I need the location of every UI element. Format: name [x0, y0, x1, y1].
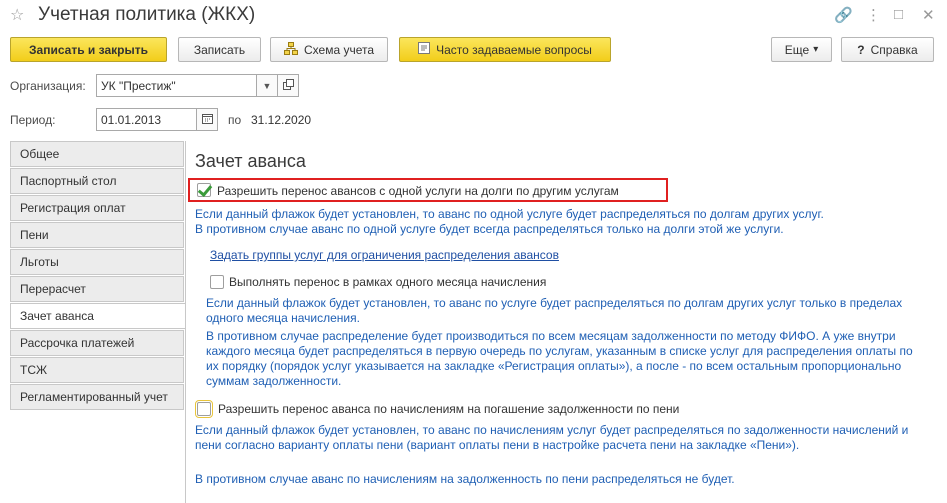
organization-dropdown-button[interactable]: ▼	[256, 74, 278, 97]
penalty-transfer-hint-1: Если данный флажок будет установлен, то …	[195, 423, 909, 452]
tab-label: Общее	[20, 147, 60, 161]
allow-transfer-label[interactable]: Разрешить перенос авансов с одной услуги…	[217, 184, 619, 198]
save-label: Записать	[193, 42, 246, 57]
tab-item[interactable]: Пени	[10, 222, 184, 248]
tabs-divider	[185, 141, 186, 503]
allow-transfer-hint-1: Если данный флажок будет установлен, то …	[195, 207, 824, 221]
help-label: Справка	[870, 42, 918, 57]
service-groups-link[interactable]: Задать группы услуг для ограничения расп…	[210, 248, 559, 262]
scheme-label: Схема учета	[303, 42, 375, 57]
open-window-icon	[282, 79, 294, 92]
tab-item[interactable]: Рассрочка платежей	[10, 330, 184, 356]
more-button[interactable]: Еще ▾	[771, 37, 832, 62]
same-month-hint-2: В противном случае распределение будет п…	[206, 329, 913, 388]
tab-item[interactable]: Зачет аванса	[10, 303, 186, 329]
help-button[interactable]: ? Справка	[841, 37, 934, 62]
tab-item[interactable]: Льготы	[10, 249, 184, 275]
faq-button[interactable]: Часто задаваемые вопросы	[399, 37, 611, 62]
penalty-transfer-checkbox[interactable]	[195, 400, 213, 418]
tab-item[interactable]: Перерасчет	[10, 276, 184, 302]
scheme-icon	[283, 41, 298, 58]
link-icon[interactable]: 🔗	[834, 6, 853, 24]
tab-item[interactable]: Паспортный стол	[10, 168, 184, 194]
save-and-close-label: Записать и закрыть	[29, 42, 148, 57]
save-button[interactable]: Записать	[178, 37, 261, 62]
chevron-down-icon: ▾	[813, 44, 819, 55]
tab-item[interactable]: ТСЖ	[10, 357, 184, 383]
tab-label: Льготы	[20, 255, 59, 269]
tab-label: ТСЖ	[20, 363, 48, 377]
tab-label: Регистрация оплат	[20, 201, 126, 215]
same-month-label[interactable]: Выполнять перенос в рамках одного месяца…	[229, 275, 546, 289]
help-icon: ?	[857, 42, 865, 57]
maximize-icon[interactable]: □	[894, 6, 903, 23]
organization-label: Организация:	[10, 79, 86, 93]
favorite-star-icon[interactable]: ☆	[10, 5, 24, 25]
tab-label: Пени	[20, 228, 49, 242]
same-month-checkbox[interactable]	[210, 275, 224, 289]
tab-label: Паспортный стол	[20, 174, 117, 188]
section-title: Зачет аванса	[195, 151, 306, 171]
tab-label: Зачет аванса	[20, 309, 94, 323]
penalty-transfer-label[interactable]: Разрешить перенос аванса по начислениям …	[218, 402, 679, 416]
tab-label: Рассрочка платежей	[20, 336, 135, 350]
tab-label: Регламентированный учет	[20, 390, 168, 404]
window-title: Учетная политика (ЖКХ)	[38, 4, 256, 25]
more-menu-icon[interactable]: ⋮	[866, 6, 881, 24]
chevron-down-icon: ▼	[262, 80, 272, 91]
scheme-button[interactable]: Схема учета	[270, 37, 388, 62]
tab-item[interactable]: Общее	[10, 141, 184, 167]
faq-label: Часто задаваемые вопросы	[436, 42, 592, 57]
allow-transfer-hint-2: В противном случае аванс по одной услуге…	[195, 222, 784, 236]
period-to-value: 31.12.2020	[251, 113, 312, 127]
calendar-button[interactable]	[196, 108, 218, 131]
tab-item[interactable]: Регистрация оплат	[10, 195, 184, 221]
faq-icon	[418, 42, 431, 57]
allow-transfer-checkbox[interactable]	[197, 183, 211, 197]
organization-input[interactable]: УК "Престиж"	[96, 74, 258, 97]
same-month-hint-1: Если данный флажок будет установлен, то …	[206, 296, 903, 325]
calendar-icon	[201, 113, 213, 126]
tab-item[interactable]: Регламентированный учет	[10, 384, 184, 410]
period-to-label: по	[228, 113, 242, 127]
penalty-transfer-hint-2: В противном случае аванс по начислениям …	[195, 472, 735, 486]
close-icon[interactable]: ✕	[922, 6, 935, 24]
organization-value: УК "Престиж"	[101, 78, 176, 93]
tab-label: Перерасчет	[20, 282, 86, 296]
period-from-input[interactable]: 01.01.2013	[96, 108, 198, 131]
save-and-close-button[interactable]: Записать и закрыть	[10, 37, 167, 62]
period-from-value: 01.01.2013	[101, 112, 162, 127]
period-label: Период:	[10, 113, 56, 127]
organization-open-button[interactable]	[277, 74, 299, 97]
more-label: Еще	[784, 42, 810, 57]
